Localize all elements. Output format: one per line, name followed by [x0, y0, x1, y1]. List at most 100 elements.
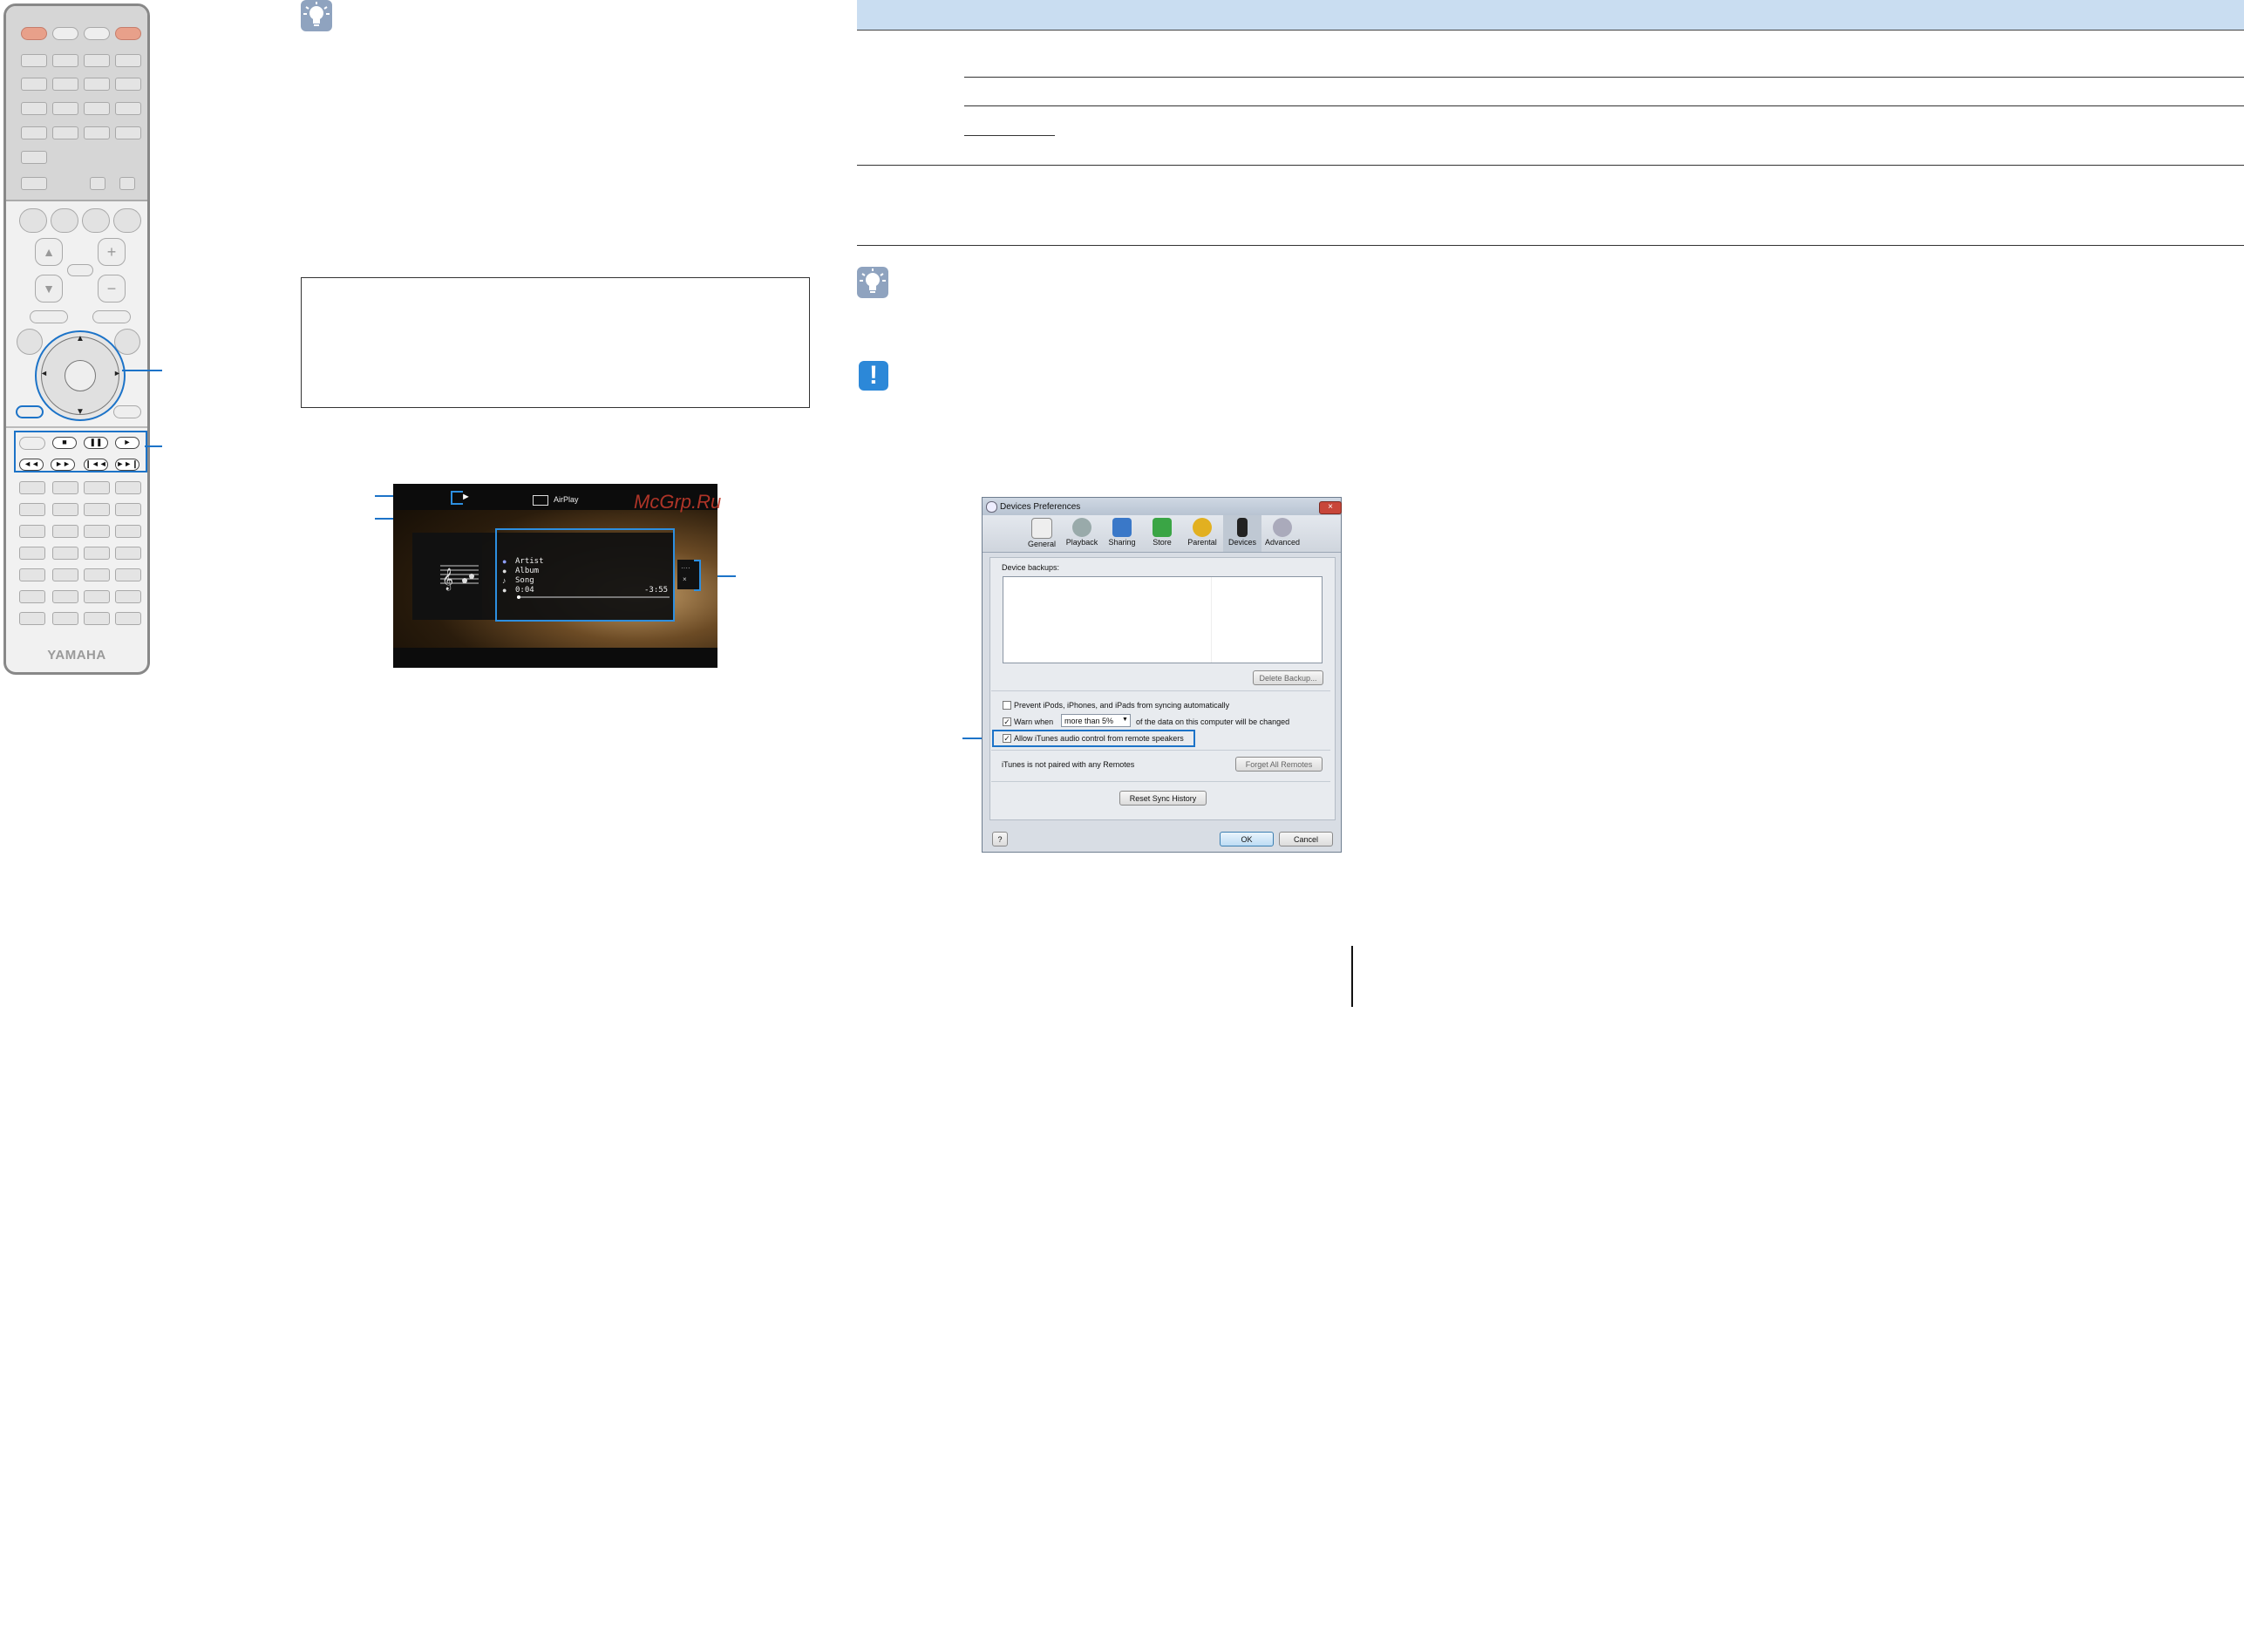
- top-menu-button[interactable]: [30, 310, 68, 323]
- input-button[interactable]: [21, 151, 47, 164]
- input-button[interactable]: [115, 54, 141, 67]
- section-divider: [991, 690, 1330, 691]
- input-button[interactable]: [84, 102, 110, 115]
- numeric-button[interactable]: [19, 525, 45, 538]
- cursor-up-icon[interactable]: ▲: [76, 334, 85, 343]
- cursor-left-icon[interactable]: ◄: [40, 369, 48, 377]
- input-button[interactable]: [115, 126, 141, 139]
- cursor-down-icon[interactable]: ▼: [76, 407, 85, 417]
- input-button[interactable]: [119, 177, 135, 190]
- help-button[interactable]: ?: [992, 832, 1008, 846]
- ok-button[interactable]: OK: [1220, 832, 1274, 846]
- scene-button[interactable]: [113, 208, 141, 233]
- numeric-button[interactable]: [115, 481, 141, 494]
- input-button[interactable]: [52, 54, 78, 67]
- delete-backup-button[interactable]: Delete Backup...: [1253, 670, 1323, 685]
- numeric-button[interactable]: [52, 612, 78, 625]
- numeric-button[interactable]: [115, 590, 141, 603]
- input-button[interactable]: [84, 78, 110, 91]
- input-button[interactable]: [21, 126, 47, 139]
- input-button[interactable]: [84, 54, 110, 67]
- numeric-button[interactable]: [19, 481, 45, 494]
- chevron-down-icon: ▼: [1122, 717, 1128, 723]
- level-up-button[interactable]: ▲: [35, 238, 63, 266]
- scene-button[interactable]: [19, 208, 47, 233]
- numeric-button[interactable]: [115, 612, 141, 625]
- numeric-button[interactable]: [19, 503, 45, 516]
- numeric-button[interactable]: [84, 568, 110, 581]
- numeric-button[interactable]: [19, 612, 45, 625]
- scene-button[interactable]: [51, 208, 78, 233]
- volume-up-button[interactable]: +: [98, 238, 126, 266]
- cursor-right-icon[interactable]: ►: [113, 369, 121, 377]
- numeric-button[interactable]: [115, 503, 141, 516]
- numeric-button[interactable]: [84, 547, 110, 560]
- numeric-button[interactable]: [115, 568, 141, 581]
- option-button[interactable]: [17, 329, 43, 355]
- numeric-button[interactable]: [115, 547, 141, 560]
- prevent-sync-checkbox[interactable]: [1003, 701, 1011, 710]
- standby-button[interactable]: [115, 27, 141, 40]
- input-button[interactable]: [115, 102, 141, 115]
- remote-top-button[interactable]: [52, 27, 78, 40]
- level-down-button[interactable]: ▼: [35, 275, 63, 303]
- tv-vol-button[interactable]: [52, 590, 78, 603]
- remote-top-button[interactable]: [84, 27, 110, 40]
- numeric-button[interactable]: [52, 568, 78, 581]
- numeric-button[interactable]: [84, 525, 110, 538]
- input-button[interactable]: [21, 78, 47, 91]
- forget-remotes-button[interactable]: Forget All Remotes: [1235, 757, 1323, 772]
- tab-general[interactable]: General: [1023, 515, 1061, 552]
- pop-up-menu-button[interactable]: [92, 310, 131, 323]
- input-button[interactable]: [52, 78, 78, 91]
- tab-devices[interactable]: Devices: [1223, 515, 1261, 552]
- tab-parental[interactable]: Parental: [1183, 515, 1221, 552]
- numeric-button[interactable]: [52, 547, 78, 560]
- warn-threshold-select[interactable]: more than 5% ▼: [1061, 714, 1131, 727]
- tab-advanced[interactable]: Advanced: [1263, 515, 1302, 552]
- input-button[interactable]: [52, 102, 78, 115]
- numeric-button[interactable]: [84, 612, 110, 625]
- input-button[interactable]: [21, 177, 47, 190]
- volume-down-button[interactable]: −: [98, 275, 126, 303]
- scene-button[interactable]: [82, 208, 110, 233]
- tab-playback[interactable]: Playback: [1063, 515, 1101, 552]
- input-button[interactable]: [115, 78, 141, 91]
- tv-ch-button[interactable]: [84, 590, 110, 603]
- backups-list[interactable]: [1003, 576, 1323, 663]
- home-button[interactable]: [113, 405, 141, 418]
- return-button[interactable]: [16, 405, 44, 418]
- numeric-button[interactable]: [115, 525, 141, 538]
- reset-sync-history-button[interactable]: Reset Sync History: [1119, 791, 1207, 806]
- warn-threshold-value: more than 5%: [1064, 717, 1114, 725]
- numeric-button[interactable]: [84, 481, 110, 494]
- allow-remote-label: Allow iTunes audio control from remote s…: [1014, 734, 1184, 743]
- parental-icon: [1193, 518, 1212, 537]
- dialog-title: Devices Preferences: [1000, 502, 1081, 512]
- close-button[interactable]: ×: [1319, 501, 1342, 514]
- warn-when-checkbox[interactable]: ✓: [1003, 717, 1011, 726]
- numeric-button[interactable]: [52, 503, 78, 516]
- numeric-button[interactable]: [52, 525, 78, 538]
- input-button[interactable]: [21, 54, 47, 67]
- tab-store[interactable]: Store: [1143, 515, 1181, 552]
- numeric-button[interactable]: [52, 481, 78, 494]
- allow-remote-checkbox[interactable]: ✓: [1003, 734, 1011, 743]
- clock-icon: ●: [502, 586, 507, 595]
- mute-button[interactable]: [67, 264, 93, 276]
- numeric-button[interactable]: [19, 590, 45, 603]
- tab-sharing[interactable]: Sharing: [1103, 515, 1141, 552]
- page-edge-marker: [1351, 946, 1353, 1007]
- input-button[interactable]: [52, 126, 78, 139]
- power-button[interactable]: [21, 27, 47, 40]
- cancel-button[interactable]: Cancel: [1279, 832, 1333, 846]
- enter-button[interactable]: [65, 360, 96, 391]
- side-menu-close-icon[interactable]: ×: [683, 575, 687, 583]
- input-button[interactable]: [90, 177, 105, 190]
- input-button[interactable]: [21, 102, 47, 115]
- input-button[interactable]: [84, 126, 110, 139]
- numeric-button[interactable]: [19, 547, 45, 560]
- numeric-button[interactable]: [19, 568, 45, 581]
- side-menu-item[interactable]: ····: [681, 564, 690, 572]
- numeric-button[interactable]: [84, 503, 110, 516]
